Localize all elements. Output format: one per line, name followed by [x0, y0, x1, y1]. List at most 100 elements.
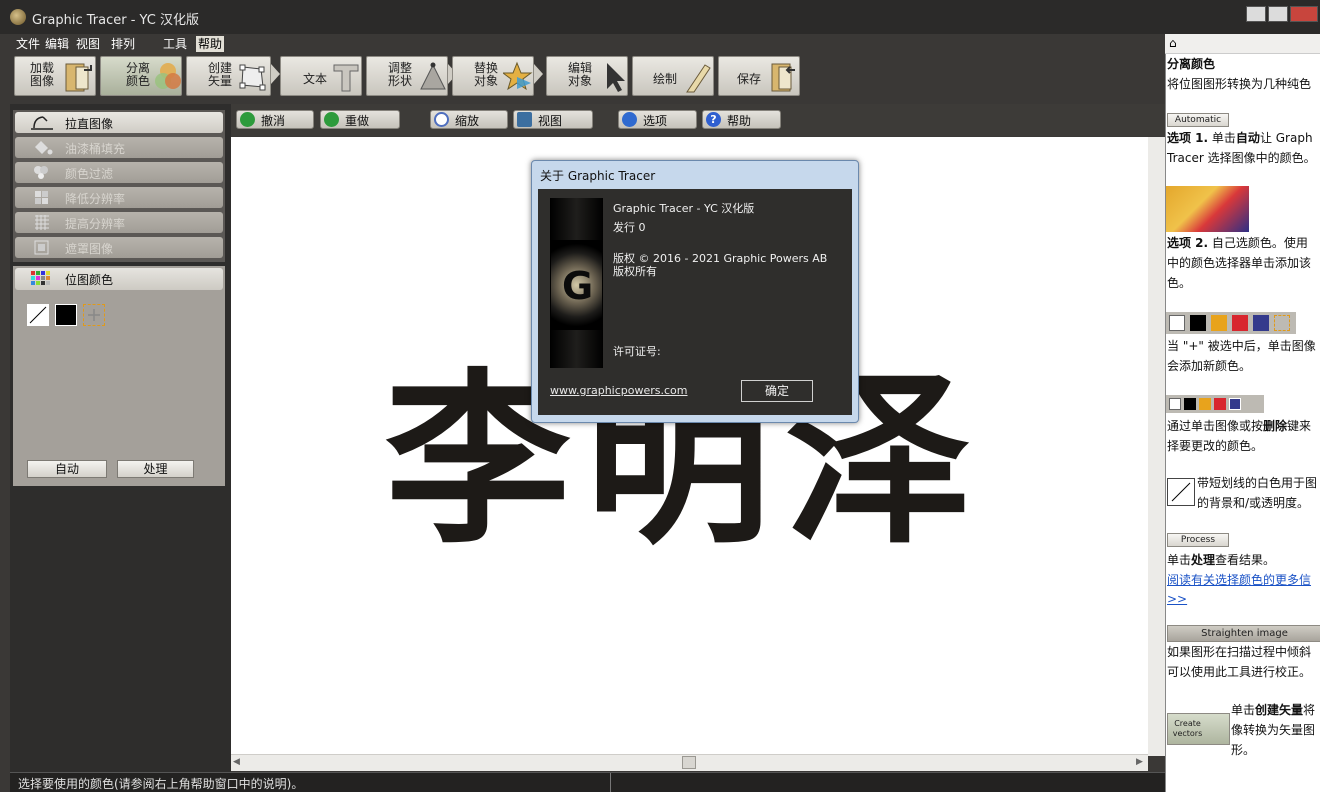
workflow-arrow-icon	[271, 64, 280, 84]
undo-button[interactable]: 撤消	[236, 110, 314, 129]
menu-help[interactable]: 帮助	[196, 36, 225, 52]
text-label: 文本	[303, 72, 328, 86]
help-create-line3: 形。	[1231, 743, 1256, 757]
swatch-white-transparent[interactable]	[27, 304, 49, 326]
zoom-icon	[434, 112, 449, 127]
window-controls	[1246, 6, 1320, 24]
adjust-shape-label-1: 调整	[387, 61, 412, 75]
website-link[interactable]: www.graphicpowers.com	[550, 384, 688, 397]
undo-label: 撤消	[261, 114, 286, 128]
edit-object-button[interactable]: 编辑 对象	[546, 56, 628, 96]
create-vectors-button[interactable]: 创建 矢量	[186, 56, 271, 96]
draw-button[interactable]: 绘制	[632, 56, 714, 96]
dash-icon	[29, 306, 47, 324]
save-button[interactable]: 保存	[718, 56, 800, 96]
home-icon[interactable]: ⌂	[1169, 36, 1177, 50]
add-color-button[interactable]	[83, 304, 105, 326]
help-label: 帮助	[727, 114, 752, 128]
help-option2-line3: 色。	[1167, 276, 1192, 290]
view-button[interactable]: 视图	[513, 110, 593, 129]
vertical-scrollbar[interactable]	[1148, 137, 1165, 756]
increase-resolution-icon	[35, 215, 49, 230]
tool-increase-resolution: 提高分辨率	[15, 212, 223, 233]
help-plus-line1: 当 "+" 被选中后，单击图像	[1167, 339, 1316, 353]
menu-file[interactable]: 文件	[14, 36, 42, 52]
adjust-shape-button[interactable]: 调整 形状	[366, 56, 448, 96]
tool-paint-bucket: 油漆桶填充	[15, 137, 223, 158]
process-button[interactable]: 处理	[117, 460, 194, 478]
scroll-left-icon[interactable]: ◀	[233, 757, 240, 767]
load-image-button[interactable]: 加载 图像	[14, 56, 96, 96]
window-title: Graphic Tracer - YC 汉化版	[32, 13, 199, 28]
mask-icon	[34, 240, 49, 255]
zoom-button[interactable]: 缩放	[430, 110, 508, 129]
menu-tools[interactable]: 工具	[161, 36, 189, 52]
tool-straighten-image[interactable]: 拉直图像	[15, 112, 223, 133]
help-button[interactable]: ? 帮助	[702, 110, 781, 129]
close-button[interactable]	[1290, 6, 1318, 22]
help-palette-small	[1166, 395, 1264, 413]
help-automatic-button: Automatic	[1167, 113, 1229, 127]
redo-icon	[324, 112, 339, 127]
view-icon	[517, 112, 532, 127]
help-straighten-button: Straighten image	[1167, 625, 1320, 642]
redo-button[interactable]: 重做	[320, 110, 400, 129]
plus-icon	[88, 309, 100, 321]
save-label: 保存	[737, 72, 762, 86]
help-more-link[interactable]: 阅读有关选择颜色的更多信	[1167, 570, 1311, 590]
help-more-link-arrow[interactable]: >>	[1167, 589, 1187, 609]
draw-label: 绘制	[653, 72, 678, 86]
replace-object-icon	[503, 61, 533, 91]
help-heading: 分离颜色	[1167, 57, 1216, 71]
help-sample-image	[1166, 186, 1249, 232]
tool-label: 提高分辨率	[65, 217, 126, 231]
help-intro: 将位图图形转换为几种纯色	[1167, 77, 1312, 91]
bitmap-colors-title: 位图颜色	[65, 273, 114, 287]
replace-object-button[interactable]: 替换 对象	[452, 56, 534, 96]
bitmap-colors-box	[13, 266, 225, 486]
text-button[interactable]: 文本	[280, 56, 362, 96]
help-white-line2: 的背景和/或透明度。	[1197, 496, 1310, 510]
minimize-button[interactable]	[1246, 6, 1266, 22]
menu-view[interactable]: 视图	[74, 36, 102, 52]
help-plus-line2: 会添加新颜色。	[1167, 359, 1252, 373]
options-label: 选项	[643, 114, 668, 128]
separate-colors-label-2: 颜色	[125, 74, 150, 88]
status-text: 选择要使用的颜色(请参阅右上角帮助窗口中的说明)。	[18, 777, 304, 791]
tool-label: 遮罩图像	[65, 242, 114, 256]
tool-label: 拉直图像	[65, 117, 114, 131]
tool-label: 降低分辨率	[65, 192, 126, 206]
load-image-label-2: 图像	[29, 74, 54, 88]
auto-button[interactable]: 自动	[27, 460, 107, 478]
ok-button[interactable]: 确定	[741, 380, 813, 402]
options-gear-icon	[622, 112, 637, 127]
options-button[interactable]: 选项	[618, 110, 697, 129]
color-filter-icon	[34, 166, 48, 179]
about-product-name: Graphic Tracer - YC 汉化版	[613, 202, 755, 215]
help-white-line1: 带短划线的白色用于图	[1197, 476, 1318, 490]
save-door-icon	[771, 63, 795, 92]
help-option2-line2: 中的颜色选择器单击添加该	[1167, 256, 1312, 270]
separate-colors-button[interactable]: 分离 颜色	[100, 56, 182, 96]
swatch-black[interactable]	[55, 304, 77, 326]
color-split-icon	[155, 63, 181, 89]
edit-object-label-2: 对象	[567, 74, 592, 88]
view-label: 视图	[538, 114, 563, 128]
maximize-button[interactable]	[1268, 6, 1288, 22]
help-delete-line1: 通过单击图像或按删除键来	[1167, 419, 1312, 433]
graphic-tracer-logo: G	[551, 240, 602, 330]
help-dash-swatch	[1167, 478, 1195, 506]
about-rights: 版权所有	[613, 265, 657, 278]
tool-mask-image: 遮罩图像	[15, 237, 223, 258]
app-icon	[10, 9, 26, 25]
workflow-arrow-icon-3	[534, 64, 543, 84]
help-process-button: Process	[1167, 533, 1229, 547]
help-palette-large	[1166, 312, 1296, 334]
menu-arrange[interactable]: 排列	[109, 36, 137, 52]
scroll-right-icon[interactable]: ▶	[1136, 757, 1143, 767]
horizontal-scroll-thumb[interactable]	[682, 756, 696, 769]
reduce-resolution-icon	[35, 191, 48, 204]
help-icon: ?	[706, 112, 721, 127]
tool-label: 颜色过滤	[65, 167, 114, 181]
menu-edit[interactable]: 编辑	[43, 36, 71, 52]
